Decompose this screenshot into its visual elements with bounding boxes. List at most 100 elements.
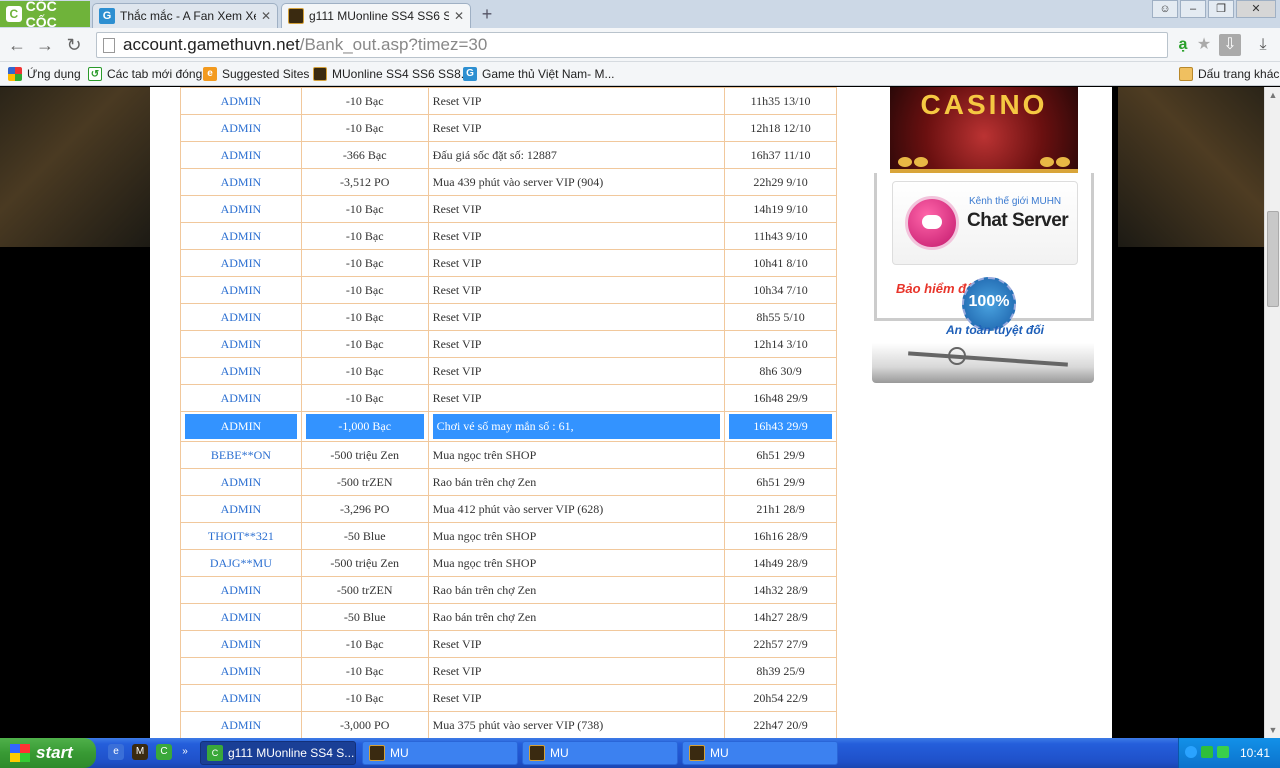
amount-cell-text: -3,000 PO — [340, 717, 390, 732]
user-cell-text: ADMIN — [220, 201, 262, 216]
user-cell[interactable]: ADMIN — [180, 168, 302, 196]
gamethu-favicon-icon: G — [463, 67, 477, 81]
network-icon[interactable] — [1201, 746, 1213, 758]
quicklaunch-mu-icon[interactable]: M — [132, 744, 148, 760]
task-mu-1[interactable]: MU — [362, 741, 518, 765]
user-cell[interactable]: ADMIN — [180, 87, 302, 115]
quicklaunch-ie-icon[interactable]: e — [108, 744, 124, 760]
bookmark-suggested-sites[interactable]: e Suggested Sites — [203, 65, 309, 83]
bookmark-other[interactable]: Dấu trang khác — [1179, 65, 1279, 83]
user-cell-text: BEBE**ON — [210, 447, 271, 462]
scroll-down-icon[interactable]: ▼ — [1265, 722, 1280, 738]
bookmark-star-icon[interactable]: ★ — [1193, 34, 1215, 56]
bookmark-muonline[interactable]: MUonline SS4 SS6 SS8... — [313, 65, 471, 83]
tab-mu-online[interactable]: g111 MUonline SS4 SS6 SS8 S ✕ — [281, 3, 471, 28]
apps-grid-icon — [8, 67, 22, 81]
user-cell[interactable]: ADMIN — [180, 330, 302, 358]
coccoc-logo[interactable]: C CỐC CỐC — [0, 0, 90, 30]
forward-button[interactable]: → — [34, 34, 56, 56]
user-cell[interactable]: ADMIN — [180, 222, 302, 250]
back-button[interactable]: ← — [6, 34, 28, 56]
profile-icon[interactable]: ☺ — [1152, 0, 1178, 18]
user-cell[interactable]: ADMIN — [180, 384, 302, 412]
vertical-scrollbar[interactable]: ▲ ▼ — [1264, 87, 1280, 738]
user-cell-text: ADMIN — [220, 717, 262, 732]
amount-cell: -366 Bạc — [300, 141, 429, 169]
user-cell[interactable]: THOIT**321 — [180, 522, 302, 550]
user-cell[interactable]: ADMIN — [180, 276, 302, 304]
user-cell[interactable]: ADMIN — [180, 411, 302, 442]
casino-banner[interactable]: CASINO — [890, 87, 1078, 173]
description-cell: Mua 439 phút vào server VIP (904) — [427, 168, 726, 196]
downloads-icon[interactable]: ⤓ — [1252, 34, 1274, 56]
user-cell[interactable]: ADMIN — [180, 576, 302, 604]
user-cell[interactable]: ADMIN — [180, 630, 302, 658]
start-button[interactable]: start — [0, 738, 96, 768]
bookmark-apps[interactable]: Ứng dụng — [8, 65, 81, 83]
task-mu-2[interactable]: MU — [522, 741, 678, 765]
coin-icon — [1040, 157, 1054, 167]
close-tab-icon[interactable]: ✕ — [454, 9, 464, 23]
user-cell[interactable]: BEBE**ON — [180, 441, 302, 469]
time-cell: 14h32 28/9 — [724, 576, 837, 604]
restore-button[interactable]: ❐ — [1208, 0, 1234, 18]
bookmark-label: MUonline SS4 SS6 SS8... — [332, 67, 471, 81]
table-row: ADMIN -3,000 PO Mua 375 phút vào server VI… — [180, 711, 837, 738]
close-tab-icon[interactable]: ✕ — [261, 9, 271, 23]
chat-kicker: Kênh thế giới MUHN — [969, 196, 1062, 207]
user-cell[interactable]: ADMIN — [180, 357, 302, 385]
bookmark-recent-tabs[interactable]: ↺ Các tab mới đóng — [88, 65, 202, 83]
bookmark-gamethu[interactable]: G Game thủ Việt Nam- M... — [463, 65, 615, 83]
tab-thac-mac[interactable]: G Thắc mắc - A Fan Xem Xét Gi ✕ — [92, 3, 278, 28]
user-cell[interactable]: ADMIN — [180, 657, 302, 685]
quicklaunch-expand-icon[interactable]: » — [180, 744, 190, 760]
user-cell[interactable]: ADMIN — [180, 711, 302, 738]
user-cell[interactable]: ADMIN — [180, 141, 302, 169]
amount-cell-text: -10 Bạc — [345, 390, 384, 405]
chat-bubble-icon — [905, 196, 959, 250]
user-cell-text: ADMIN — [220, 147, 262, 162]
amount-cell: -3,512 PO — [300, 168, 429, 196]
tray-app-icon[interactable] — [1217, 746, 1229, 758]
reload-button[interactable]: ↻ — [63, 34, 85, 56]
download-video-icon[interactable]: ⇩ — [1219, 34, 1241, 56]
amount-cell-text: -10 Bạc — [345, 636, 384, 651]
time-cell: 10h34 7/10 — [724, 276, 837, 304]
sidebar-banners: CASINO Kênh thế giới MUHN Chat Server Bả… — [870, 87, 1096, 387]
user-cell[interactable]: ADMIN — [180, 495, 302, 523]
user-cell[interactable]: ADMIN — [180, 303, 302, 331]
time-cell: 11h35 13/10 — [724, 87, 837, 115]
user-cell[interactable]: DAJG**MU — [180, 549, 302, 577]
description-cell-text: Reset VIP — [432, 201, 482, 216]
scroll-up-icon[interactable]: ▲ — [1265, 87, 1280, 103]
table-row: ADMIN -3,296 PO Mua 412 phút vào server VI… — [180, 495, 837, 523]
quicklaunch-coccoc-icon[interactable]: C — [156, 744, 172, 760]
user-cell[interactable]: ADMIN — [180, 114, 302, 142]
chat-server-banner[interactable]: Kênh thế giới MUHN Chat Server — [892, 181, 1078, 265]
task-mu-3[interactable]: MU — [682, 741, 838, 765]
description-cell-text: Rao bán trên chợ Zen — [432, 474, 537, 489]
description-cell-text: Mua 412 phút vào server VIP (628) — [432, 501, 604, 516]
coin-icon — [898, 157, 912, 167]
system-tray: 10:41 — [1178, 738, 1280, 768]
user-cell[interactable]: ADMIN — [180, 603, 302, 631]
amount-cell: -10 Bạc — [300, 303, 429, 331]
time-cell-text: 10h34 7/10 — [753, 282, 808, 297]
amount-cell-text: -10 Bạc — [345, 255, 384, 270]
minimize-button[interactable]: – — [1180, 0, 1206, 18]
scroll-thumb[interactable] — [1267, 211, 1279, 307]
user-cell[interactable]: ADMIN — [180, 249, 302, 277]
tray-arrow-icon[interactable] — [1185, 746, 1197, 758]
table-row: ADMIN -10 Bạc Reset VIP 20h54 22/9 — [180, 684, 837, 712]
table-row: ADMIN -10 Bạc Reset VIP 8h55 5/10 — [180, 303, 837, 331]
new-tab-button[interactable]: + — [477, 4, 497, 24]
address-bar[interactable]: account.gamethuvn.net/Bank_out.asp?timez… — [96, 32, 1168, 58]
user-cell[interactable]: ADMIN — [180, 684, 302, 712]
description-cell: Reset VIP — [427, 249, 726, 277]
user-cell[interactable]: ADMIN — [180, 195, 302, 223]
close-window-button[interactable]: ✕ — [1236, 0, 1276, 18]
task-browser[interactable]: Cg111 MUonline SS4 S... — [200, 741, 356, 765]
user-cell[interactable]: ADMIN — [180, 468, 302, 496]
coccoc-extension-icon[interactable]: ạ — [1172, 34, 1194, 56]
time-cell: 16h37 11/10 — [724, 141, 837, 169]
